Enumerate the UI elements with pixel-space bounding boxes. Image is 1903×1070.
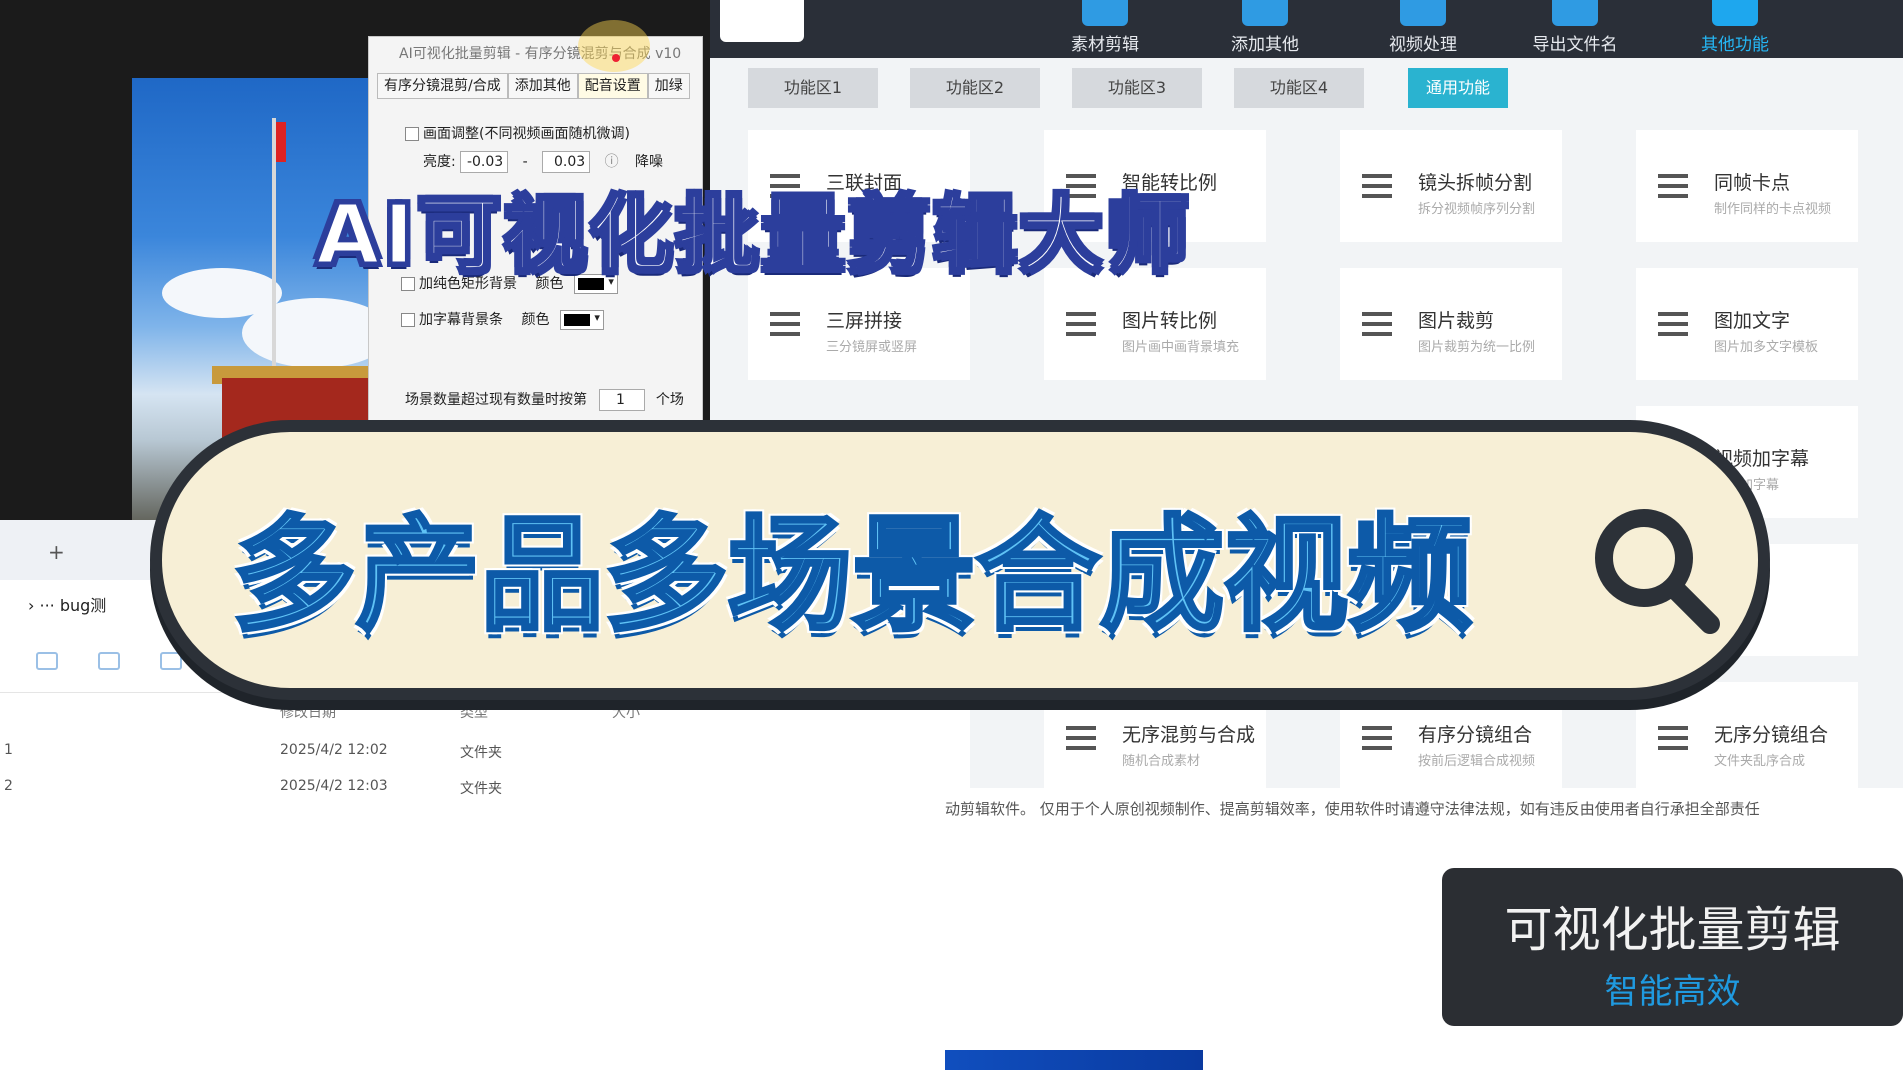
color-label: 颜色 [521, 312, 550, 328]
cloud-shape [242, 298, 377, 368]
picture-adjust-checkbox[interactable] [405, 127, 419, 141]
feature-card[interactable]: 图片裁剪图片裁剪为统一比例 [1340, 268, 1562, 380]
feature-card-subtitle: 图片画中画背景填充 [1122, 340, 1240, 355]
feature-card-title: 无序混剪与合成 [1122, 724, 1256, 746]
feature-card-title: 同帧卡点 [1714, 172, 1791, 194]
toolbar-item-material-edit[interactable]: 素材剪辑 [1040, 0, 1170, 58]
scene-count-input[interactable]: 1 [599, 389, 646, 411]
tab-area-3[interactable]: 功能区3 [1072, 68, 1202, 108]
file-row-type: 文件夹 [460, 745, 502, 761]
feature-card[interactable]: 图加文字图片加多文字模板 [1636, 268, 1858, 380]
film-icon [1082, 0, 1128, 26]
share-icon[interactable] [98, 652, 120, 670]
feature-card-title: 镜头拆帧分割 [1418, 172, 1533, 194]
feature-card-title: 图片裁剪 [1418, 310, 1495, 332]
feature-card-subtitle: 图片裁剪为统一比例 [1418, 340, 1536, 355]
delete-icon[interactable] [160, 652, 182, 670]
dialog-tab-bar: 有序分镜混剪/合成 添加其他 配音设置 加绿 [377, 73, 690, 101]
feature-card-subtitle: 三分镜屏或竖屏 [826, 340, 918, 355]
feature-card-title: 三屏拼接 [826, 310, 903, 332]
top-toolbar: 素材剪辑 添加其他 视频处理 导出文件名 其他功能 [700, 0, 1903, 58]
toolbar-item-export-filename[interactable]: 导出文件名 [1510, 0, 1640, 58]
feature-card-title: 图片转比例 [1122, 310, 1218, 332]
main-title-overlay: AI可视化批量剪辑大师 [315, 187, 1192, 285]
film-split-icon [1362, 174, 1392, 198]
disclaimer-text: 动剪辑软件。 仅用于个人原创视频制作、提高剪辑效率，使用软件时请遵守法律法规，如… [945, 800, 1760, 818]
column-header-type[interactable]: 类型 [460, 702, 488, 722]
feature-card-subtitle: 制作同样的卡点视频 [1714, 202, 1832, 217]
feature-card[interactable]: 同帧卡点制作同样的卡点视频 [1636, 130, 1858, 242]
subtitle-bg-color-picker[interactable] [559, 310, 604, 330]
dialog-tab-add-other[interactable]: 添加其他 [507, 73, 578, 99]
toolbar-label: 素材剪辑 [1071, 35, 1139, 55]
feature-card-title: 无序分镜组合 [1714, 724, 1829, 746]
cursor-pointer-icon [612, 54, 620, 62]
scene-count-label: 场景数量超过现有数量时按第 [405, 392, 587, 408]
feature-card[interactable]: 无序分镜组合文件夹乱序合成 [1636, 682, 1858, 794]
file-row-name[interactable]: 1 [4, 742, 13, 758]
picture-adjust-row: 画面调整(不同视频画面随机微调) [405, 123, 630, 143]
toolbar-label: 导出文件名 [1532, 35, 1618, 55]
area-tab-bar: 功能区1 功能区2 功能区3 功能区4 通用功能 [700, 58, 1903, 120]
sync-icon [1658, 174, 1688, 198]
list-icon [1658, 726, 1688, 750]
dialog-tab-voice-settings[interactable]: 配音设置 [577, 73, 648, 99]
crop-icon [1362, 312, 1392, 336]
toolbar-label: 其他功能 [1701, 35, 1769, 55]
promo-title: 可视化批量剪辑 [1504, 902, 1841, 958]
layers-icon [770, 312, 800, 336]
banner-title: 多产品多场景合成视频 [230, 502, 1474, 650]
tab-common-functions[interactable]: 通用功能 [1408, 68, 1508, 108]
column-header-size[interactable]: 大小 [612, 702, 640, 722]
picture-adjust-label: 画面调整(不同视频画面随机微调) [423, 126, 630, 142]
feature-card-subtitle: 图片加多文字模板 [1714, 340, 1819, 355]
feature-card-subtitle: 拆分视频帧序列分割 [1418, 202, 1536, 217]
toolbar-label: 添加其他 [1231, 35, 1299, 55]
export-icon [1552, 0, 1598, 26]
promo-badge: 可视化批量剪辑 智能高效 [1442, 868, 1903, 1026]
feature-card-title: 有序分镜组合 [1418, 724, 1533, 746]
cursor-highlight [578, 20, 650, 72]
add-icon [1242, 0, 1288, 26]
toolbar-label: 视频处理 [1389, 35, 1457, 55]
image-text-icon [1658, 312, 1688, 336]
file-row-date: 2025/4/2 12:03 [280, 778, 388, 794]
subtitle-bg-row: 加字幕背景条 颜色 [401, 309, 604, 330]
scene-count-unit: 个场 [655, 392, 684, 408]
file-row-name[interactable]: 2 [4, 778, 13, 794]
toolbar-item-add-other[interactable]: 添加其他 [1200, 0, 1330, 58]
file-row-type: 文件夹 [460, 781, 502, 797]
flag-shape [276, 122, 286, 162]
rename-icon[interactable] [36, 652, 58, 670]
subtitle-bg-checkbox[interactable] [401, 313, 415, 327]
toolbar-logo-tile [720, 0, 804, 42]
file-row-date: 2025/4/2 12:02 [280, 742, 388, 758]
sliders-icon [1400, 0, 1446, 26]
dialog-tab-add-green[interactable]: 加绿 [647, 73, 690, 99]
search-banner: 多产品多场景合成视频 [150, 420, 1770, 700]
feature-card[interactable]: 镜头拆帧分割拆分视频帧序列分割 [1340, 130, 1562, 242]
breadcrumb[interactable]: › ··· bug测 [28, 592, 106, 616]
scene-count-row: 场景数量超过现有数量时按第 1 个场 [405, 389, 684, 411]
tab-area-4[interactable]: 功能区4 [1234, 68, 1364, 108]
feature-card-subtitle: 随机合成素材 [1122, 754, 1201, 769]
dialog-tab-ordered-mix[interactable]: 有序分镜混剪/合成 [377, 73, 508, 99]
ordered-list-icon [1362, 726, 1392, 750]
toolbar-item-video-process[interactable]: 视频处理 [1358, 0, 1488, 58]
tab-area-1[interactable]: 功能区1 [748, 68, 878, 108]
add-tab-button[interactable]: + [48, 540, 65, 564]
feature-card-subtitle: 文件夹乱序合成 [1714, 754, 1806, 769]
tab-area-2[interactable]: 功能区2 [910, 68, 1040, 108]
feature-card-title: 图加文字 [1714, 310, 1791, 332]
column-header-modified[interactable]: 修改日期 [280, 702, 336, 722]
search-icon [1595, 509, 1720, 634]
feature-card-subtitle: 按前后逻辑合成视频 [1418, 754, 1536, 769]
subtitle-bg-label: 加字幕背景条 [419, 312, 503, 328]
toolbar-item-other-functions[interactable]: 其他功能 [1670, 0, 1800, 58]
promo-subtitle: 智能高效 [1604, 972, 1741, 1012]
list-icon [1066, 726, 1096, 750]
image-aspect-icon [1066, 312, 1096, 336]
apps-icon [1712, 0, 1758, 26]
